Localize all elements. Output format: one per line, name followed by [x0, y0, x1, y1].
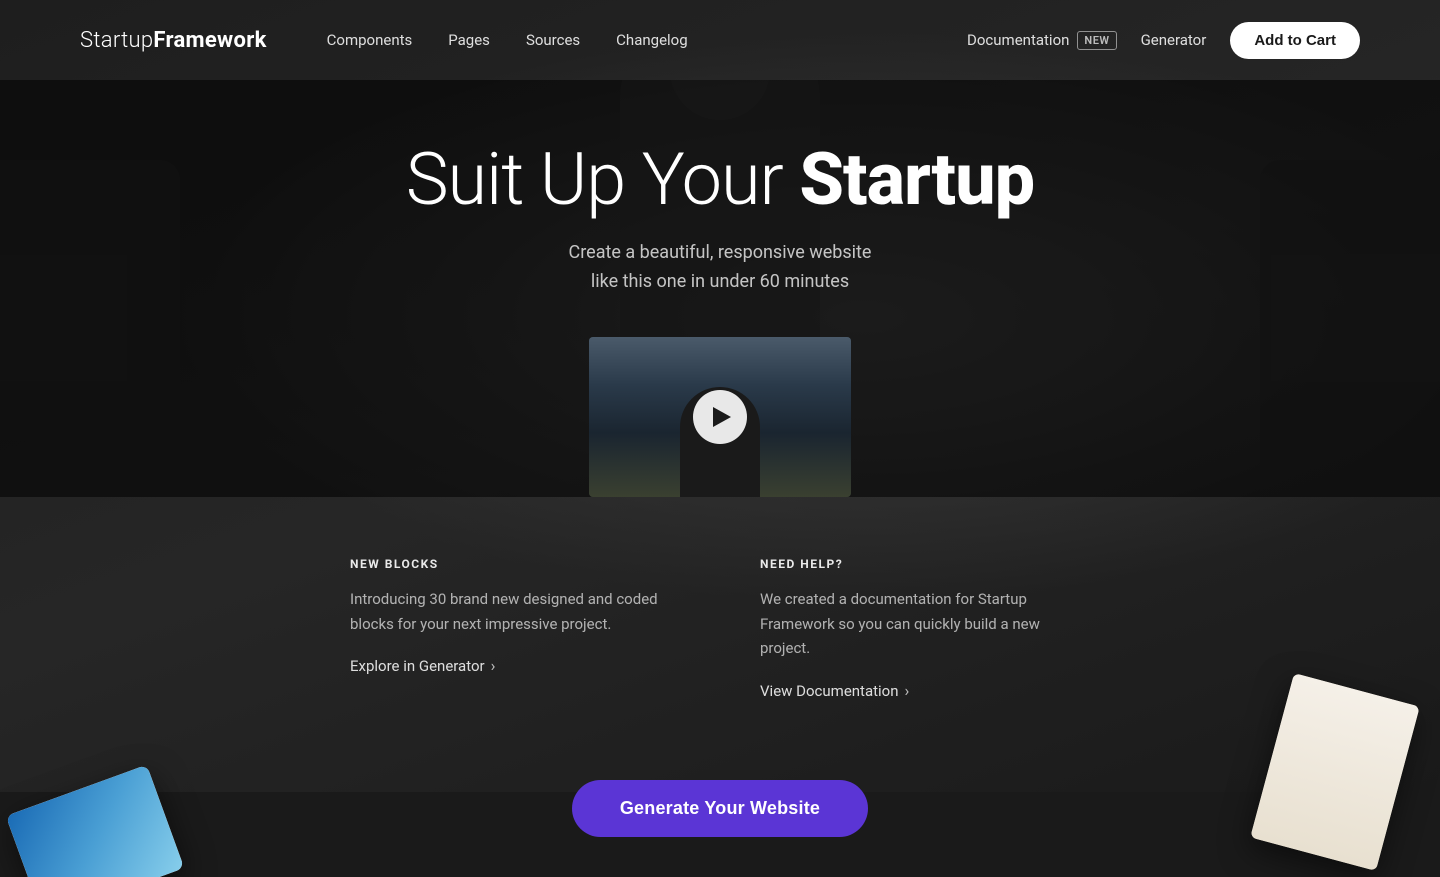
play-icon: [713, 407, 731, 427]
nav-generator[interactable]: Generator: [1141, 31, 1207, 49]
feature-need-help: NEED HELP? We created a documentation fo…: [760, 557, 1090, 700]
feature-label-1: NEED HELP?: [760, 557, 1090, 571]
hero-title-bold: Startup: [799, 137, 1034, 222]
feature-link-text-1: View Documentation: [760, 682, 899, 700]
hero-title: Suit Up Your Startup: [20, 140, 1420, 219]
nav-docs[interactable]: Documentation NEW: [967, 31, 1117, 50]
video-thumbnail[interactable]: [589, 337, 851, 497]
nav-item-changelog[interactable]: Changelog: [616, 31, 687, 49]
feature-desc-1: We created a documentation for Startup F…: [760, 587, 1090, 661]
feature-label-0: NEW BLOCKS: [350, 557, 680, 571]
hero-title-light: Suit Up Your: [406, 137, 800, 222]
new-badge: NEW: [1077, 31, 1116, 50]
features-section: NEW BLOCKS Introducing 30 brand new desi…: [0, 497, 1440, 877]
feature-link-0[interactable]: Explore in Generator ›: [350, 656, 680, 675]
brand-logo[interactable]: StartupFramework: [80, 28, 267, 53]
hero-section: Suit Up Your Startup Create a beautiful,…: [0, 80, 1440, 497]
hero-subtitle-line2: like this one in under 60 minutes: [591, 271, 849, 292]
hero-subtitle: Create a beautiful, responsive website l…: [20, 239, 1420, 297]
nav-item-components[interactable]: Components: [327, 31, 413, 49]
generate-website-button[interactable]: Generate Your Website: [572, 780, 868, 837]
nav-docs-label: Documentation: [967, 31, 1069, 49]
features-grid: NEW BLOCKS Introducing 30 brand new desi…: [0, 497, 1440, 760]
brand-name-bold: Framework: [153, 28, 266, 53]
brand-name-light: Startup: [80, 28, 153, 53]
feature-desc-0: Introducing 30 brand new designed and co…: [350, 587, 680, 637]
cta-section: Generate Your Website: [0, 760, 1440, 877]
nav-links: Components Pages Sources Changelog: [327, 31, 967, 49]
feature-link-1[interactable]: View Documentation ›: [760, 681, 1090, 700]
nav-item-sources[interactable]: Sources: [526, 31, 580, 49]
feature-link-text-0: Explore in Generator: [350, 657, 485, 675]
nav-item-pages[interactable]: Pages: [448, 31, 490, 49]
play-button[interactable]: [693, 390, 747, 444]
hero-subtitle-line1: Create a beautiful, responsive website: [569, 242, 872, 263]
feature-link-arrow-0: ›: [491, 656, 496, 675]
navbar: StartupFramework Components Pages Source…: [0, 0, 1440, 80]
feature-new-blocks: NEW BLOCKS Introducing 30 brand new desi…: [350, 557, 680, 700]
add-to-cart-button[interactable]: Add to Cart: [1230, 22, 1360, 59]
nav-right: Documentation NEW Generator Add to Cart: [967, 22, 1360, 59]
feature-link-arrow-1: ›: [905, 681, 910, 700]
